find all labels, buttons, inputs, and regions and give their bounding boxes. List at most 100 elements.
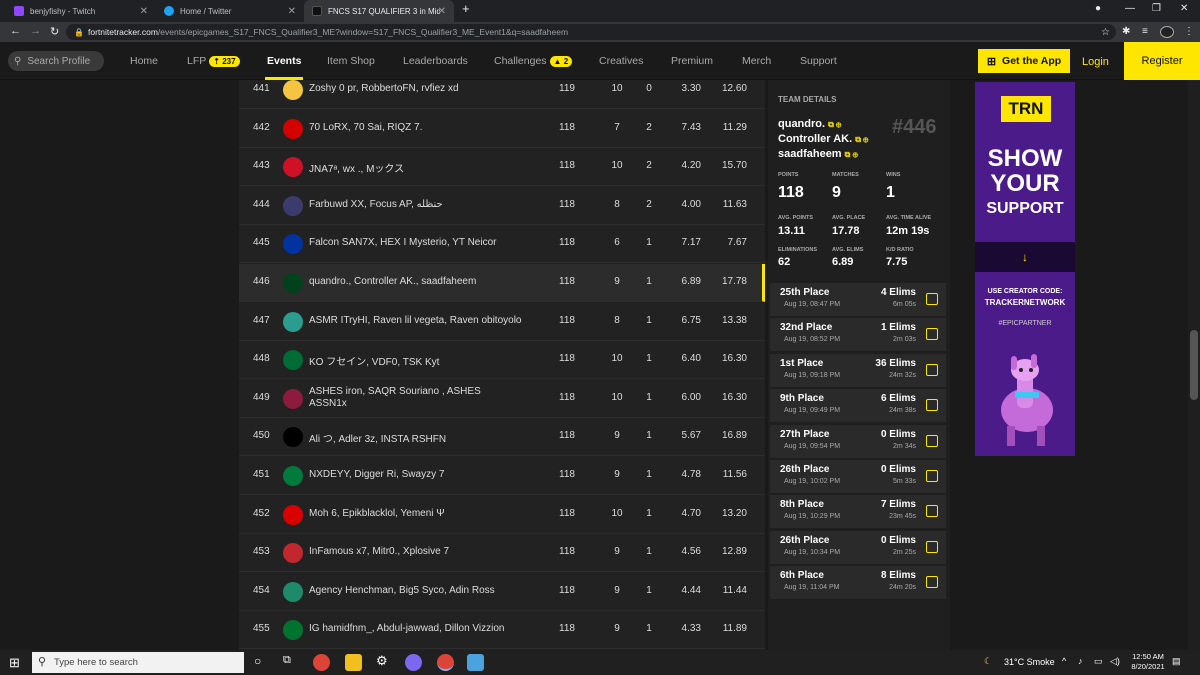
row-team-names[interactable]: IG hamidfnm_, Abdul-jawwad, Dillon Vizzi… xyxy=(309,623,539,634)
table-row[interactable]: 444 Farbuwd XX, Focus AP, حنظله 118 8 2 4.00 1… xyxy=(239,187,765,225)
table-row[interactable]: 453 InFamous x7, Mitr0., Xplosive 7 118 9 1 4… xyxy=(239,534,765,573)
new-tab-icon[interactable]: + xyxy=(462,1,470,16)
match-item[interactable]: 8th Place Aug 19, 10:29 PM 7 Elims 23m 45s xyxy=(770,495,946,529)
team-member[interactable]: saadfaheem ⧉ ⊕ xyxy=(778,147,868,162)
advertisement[interactable]: TRN SHOW YOUR SUPPORT ↓ USE CREATOR CODE… xyxy=(975,82,1075,456)
row-team-names[interactable]: Moh 6, Epikblacklol, Yemeni Ψ xyxy=(309,508,539,519)
nav-item-shop[interactable]: Item Shop xyxy=(327,55,375,67)
nav-lfp[interactable]: LFP ⇡ 237 xyxy=(187,55,240,67)
volume-icon[interactable]: ◁) xyxy=(1110,656,1120,667)
match-item[interactable]: 27th Place Aug 19, 09:54 PM 0 Elims 2m 34s xyxy=(770,424,946,458)
tab-twitch[interactable]: benjyfishy - Twitch ✕ xyxy=(6,0,156,22)
discord-icon[interactable] xyxy=(405,654,422,671)
table-row[interactable]: 450 Ali つ, Adler 3z, INSTA RSHFN 118 9 1 5.67… xyxy=(239,418,765,457)
table-row[interactable]: 454 Agency Henchman, Big5 Syco, Adin Ross… xyxy=(239,573,765,611)
table-row[interactable]: 443 JNA7ᵃ, wx ., Mックス 118 10 2 4.20 15.70 xyxy=(239,148,765,187)
login-link[interactable]: Login xyxy=(1082,56,1109,68)
microphone-icon[interactable]: ♪ xyxy=(1078,656,1083,666)
table-row[interactable]: 441 Zoshy 0 pr, RobbertoFN, rvfiez xd 119 1… xyxy=(239,80,765,109)
open-link-icon[interactable] xyxy=(926,434,938,447)
table-row[interactable]: 452 Moh 6, Epikblacklol, Yemeni Ψ 118 10 1 4.… xyxy=(239,496,765,534)
row-team-names[interactable]: quandro., Controller AK., saadfaheem xyxy=(309,276,539,287)
back-icon[interactable]: ← xyxy=(10,25,21,37)
open-link-icon[interactable] xyxy=(926,293,938,305)
open-link-icon[interactable] xyxy=(926,399,938,412)
tab-fortnitetracker[interactable]: FNCS S17 QUALIFIER 3 in Middle ✕ xyxy=(304,0,454,22)
url-field[interactable]: 🔒 fortnitetracker.com/events/epicgames_S… xyxy=(66,24,1116,40)
nav-merch[interactable]: Merch xyxy=(742,55,771,67)
row-team-names[interactable]: ASHES iron, SAQR Souriano , ASHES ASSN1x xyxy=(309,386,509,410)
clock[interactable]: 12:50 AM 8/20/2021 xyxy=(1130,652,1166,672)
match-item[interactable]: 26th Place Aug 19, 10:34 PM 0 Elims 2m 25s xyxy=(770,530,946,564)
register-button[interactable]: Register xyxy=(1124,42,1200,80)
table-row[interactable]: 448 KO フセイン, VDF0, TSK Kyt 118 10 1 6.40 16.30 xyxy=(239,341,765,380)
app-f-icon[interactable] xyxy=(467,654,484,671)
row-team-names[interactable]: InFamous x7, Mitr0., Xplosive 7 xyxy=(309,546,539,557)
match-item[interactable]: 32nd Place Aug 19, 08:52 PM 1 Elims 2m 03s xyxy=(770,318,946,352)
get-the-app-button[interactable]: ⊞ Get the App xyxy=(978,49,1070,73)
row-team-names[interactable]: Farbuwd XX, Focus AP, حنظله xyxy=(309,199,539,210)
settings-gear-icon[interactable]: ⚙ xyxy=(376,653,388,669)
open-link-icon[interactable] xyxy=(926,470,938,482)
cortana-icon[interactable]: ○ xyxy=(254,654,261,668)
chrome-icon[interactable] xyxy=(313,654,330,671)
media-icon[interactable]: ≡ xyxy=(1142,26,1148,37)
nav-support[interactable]: Support xyxy=(800,55,837,67)
table-row[interactable]: 446 quandro., Controller AK., saadfaheem 1… xyxy=(239,264,765,302)
external-link-icon[interactable]: ⧉ ⊕ xyxy=(855,135,868,144)
row-team-names[interactable]: ASMR ITryHI, Raven lil vegeta, Raven obi… xyxy=(309,315,539,326)
taskbar-search-input[interactable]: ⚲ Type here to search xyxy=(32,652,244,673)
reload-icon[interactable]: ↻ xyxy=(50,25,59,38)
team-member[interactable]: Controller AK. ⧉ ⊕ xyxy=(778,132,868,147)
extensions-icon[interactable]: ✱ xyxy=(1122,26,1130,37)
nav-home[interactable]: Home xyxy=(130,55,158,67)
avatar[interactable] xyxy=(1160,26,1174,38)
close-icon[interactable]: ✕ xyxy=(140,6,148,17)
table-row[interactable]: 449 ASHES iron, SAQR Souriano , ASHES ASS… xyxy=(239,380,765,418)
row-team-names[interactable]: NXDEYY, Digger Ri, Swayzy 7 xyxy=(309,469,539,480)
table-row[interactable]: 455 IG hamidfnm_, Abdul-jawwad, Dillon Vi… xyxy=(239,611,765,650)
row-team-names[interactable]: KO フセイン, VDF0, TSK Kyt xyxy=(309,353,539,368)
nav-creatives[interactable]: Creatives xyxy=(599,55,643,67)
team-member[interactable]: quandro. ⧉ ⊕ xyxy=(778,117,868,132)
match-item[interactable]: 1st Place Aug 19, 09:18 PM 36 Elims 24m 32s xyxy=(770,353,946,387)
notifications-icon[interactable]: ▤ xyxy=(1172,656,1181,667)
scrollbar-thumb[interactable] xyxy=(1190,330,1198,400)
minimize-icon[interactable]: — xyxy=(1125,3,1135,14)
file-explorer-icon[interactable] xyxy=(345,654,362,671)
windows-start-icon[interactable]: ⊞ xyxy=(9,655,20,671)
match-item[interactable]: 6th Place Aug 19, 11:04 PM 8 Elims 24m 20s xyxy=(770,566,946,600)
match-item[interactable]: 25th Place Aug 19, 08:47 PM 4 Elims 6m 05s xyxy=(770,283,946,316)
nav-events[interactable]: Events xyxy=(264,55,304,80)
open-link-icon[interactable] xyxy=(926,505,938,518)
window-close-icon[interactable]: ✕ xyxy=(1180,3,1188,14)
chevron-up-icon[interactable]: ^ xyxy=(1062,656,1066,666)
battery-icon[interactable]: ▭ xyxy=(1094,656,1103,667)
close-icon[interactable]: ✕ xyxy=(438,6,446,17)
tab-twitter[interactable]: Home / Twitter ✕ xyxy=(156,0,304,22)
weather-text[interactable]: 31°C Smoke xyxy=(1004,657,1055,667)
row-team-names[interactable]: Zoshy 0 pr, RobbertoFN, rvfiez xd xyxy=(309,83,539,94)
table-row[interactable]: 445 Falcon SAN7X, HEX I Mysterio, YT Neic… xyxy=(239,225,765,264)
menu-icon[interactable]: ⋮ xyxy=(1184,26,1194,37)
match-item[interactable]: 26th Place Aug 19, 10:02 PM 0 Elims 5m 33s xyxy=(770,460,946,493)
open-link-icon[interactable] xyxy=(926,540,938,553)
open-link-icon[interactable] xyxy=(926,576,938,589)
nav-premium[interactable]: Premium xyxy=(671,55,713,67)
row-team-names[interactable]: JNA7ᵃ, wx ., Mックス xyxy=(309,160,539,175)
search-profile-input[interactable]: ⚲ Search Profile xyxy=(8,51,104,71)
row-team-names[interactable]: Agency Henchman, Big5 Syco, Adin Ross xyxy=(309,585,539,596)
bookmark-star-icon[interactable]: ☆ xyxy=(1101,27,1110,38)
open-link-icon[interactable] xyxy=(926,363,938,376)
table-row[interactable]: 447 ASMR ITryHI, Raven lil vegeta, Raven … xyxy=(239,303,765,341)
external-link-icon[interactable]: ⧉ ⊕ xyxy=(845,150,858,159)
row-team-names[interactable]: 70 LoRX, 70 Sai, RIQZ 7. xyxy=(309,122,539,133)
table-row[interactable]: 442 70 LoRX, 70 Sai, RIQZ 7. 118 7 2 7.43 11.2… xyxy=(239,110,765,148)
chrome-active-icon[interactable] xyxy=(437,654,454,671)
task-view-icon[interactable]: ⧉ xyxy=(283,654,291,667)
profile-icon[interactable]: ● xyxy=(1095,3,1101,14)
nav-leaderboards[interactable]: Leaderboards xyxy=(403,55,468,67)
nav-challenges[interactable]: Challenges ▲ 2 xyxy=(494,55,573,67)
maximize-icon[interactable]: ❐ xyxy=(1152,3,1161,14)
row-team-names[interactable]: Falcon SAN7X, HEX I Mysterio, YT Neicor xyxy=(309,237,539,248)
